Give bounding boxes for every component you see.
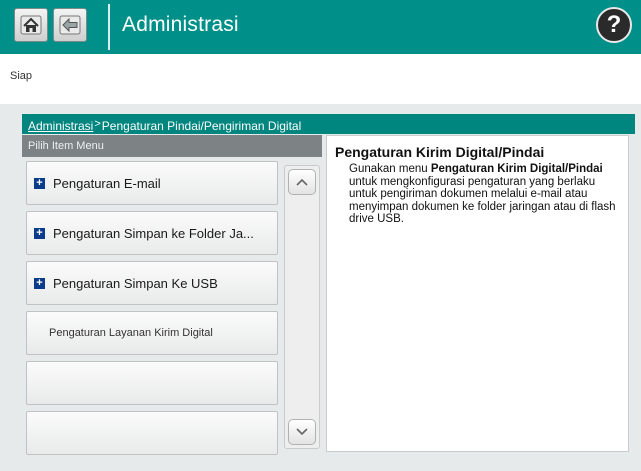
description-title: Pengaturan Kirim Digital/Pindai [335, 144, 545, 160]
expand-plus-icon: + [34, 177, 45, 189]
description-text-intro: Gunakan menu [349, 163, 431, 175]
breadcrumb-root-link[interactable]: Administrasi [28, 119, 93, 133]
menu-item-label: Pengaturan E-mail [53, 175, 161, 191]
back-button[interactable] [53, 8, 87, 42]
menu-item-save-to-network-folder[interactable]: + Pengaturan Simpan ke Folder Ja... [26, 211, 278, 255]
status-text: Siap [10, 70, 33, 82]
menu-item-email-settings[interactable]: + Pengaturan E-mail [26, 161, 278, 205]
page-title: Administrasi [122, 13, 239, 36]
breadcrumb: Administrasi>Pengaturan Pindai/Pengirima… [22, 114, 635, 134]
chevron-down-icon [296, 428, 308, 436]
menu-item-label: Pengaturan Layanan Kirim Digital [49, 327, 213, 339]
help-icon: ? [606, 11, 622, 38]
menu-header: Pilih Item Menu [22, 135, 322, 157]
chevron-up-icon [296, 178, 308, 186]
description-text-rest: untuk mengkonfigurasi pengaturan yang be… [349, 175, 616, 226]
scroll-up-button[interactable] [288, 169, 316, 195]
menu-item-digital-send-service[interactable]: Pengaturan Layanan Kirim Digital [26, 311, 278, 355]
menu-item-label: Pengaturan Simpan ke Folder Ja... [53, 225, 254, 241]
menu-item-label: Pengaturan Simpan Ke USB [53, 275, 218, 291]
menu-item-empty [26, 361, 278, 405]
description-panel: Pengaturan Kirim Digital/Pindai Gunakan … [326, 135, 629, 452]
breadcrumb-separator: > [94, 118, 101, 130]
expand-plus-icon: + [34, 227, 45, 239]
expand-plus-icon: + [34, 277, 45, 289]
home-icon [20, 15, 42, 35]
title-bar: Administrasi ? [0, 0, 641, 54]
menu-scrollbar[interactable] [284, 165, 320, 449]
back-arrow-icon [59, 15, 81, 35]
breadcrumb-current: Pengaturan Pindai/Pengiriman Digital [101, 119, 302, 133]
scroll-down-button[interactable] [288, 419, 316, 445]
main-panel: Administrasi>Pengaturan Pindai/Pengirima… [0, 104, 641, 471]
menu-item-empty [26, 411, 278, 455]
title-separator [108, 4, 110, 50]
description-text: Gunakan menu Pengaturan Kirim Digital/Pi… [349, 163, 621, 226]
home-button[interactable] [14, 8, 48, 42]
menu-item-save-to-usb[interactable]: + Pengaturan Simpan Ke USB [26, 261, 278, 305]
help-button[interactable]: ? [596, 7, 632, 43]
status-area: Siap [0, 54, 641, 105]
description-text-bold: Pengaturan Kirim Digital/Pindai [430, 163, 603, 175]
